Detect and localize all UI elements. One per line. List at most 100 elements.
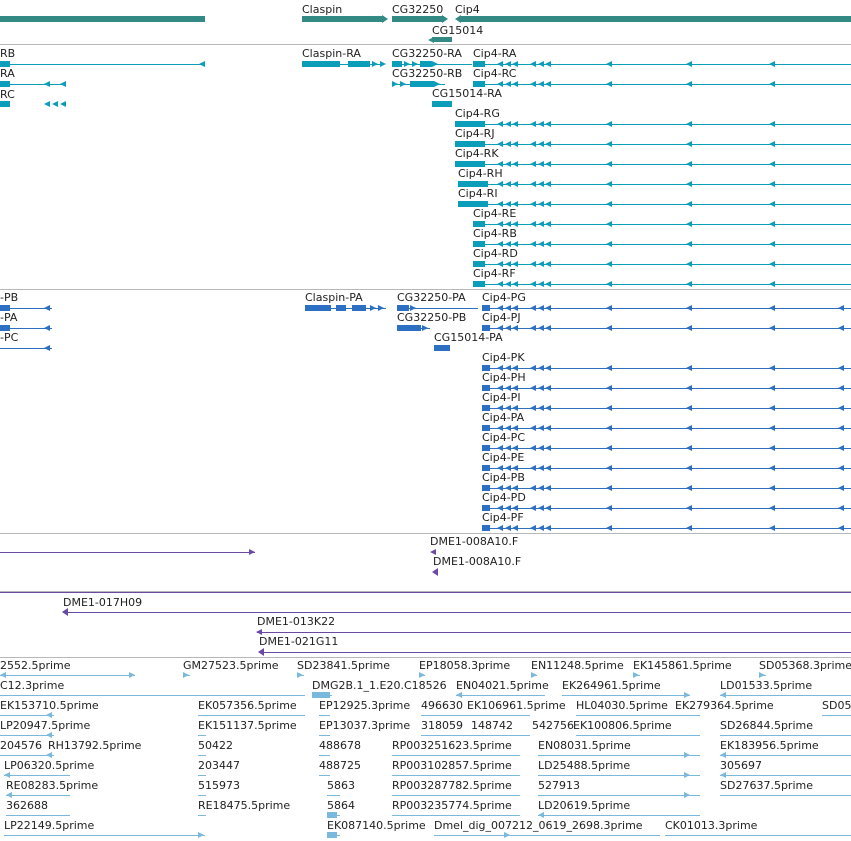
transcript-label[interactable]: Cip4-RB [473, 227, 517, 240]
transcript-label[interactable]: Cip4-RG [455, 107, 500, 120]
est-label[interactable]: 5863 [327, 779, 355, 792]
est-label[interactable]: 488678 [319, 739, 361, 752]
transcript-label[interactable]: Cip4-RH [458, 167, 503, 180]
gene-glyph-claspin[interactable] [302, 16, 384, 22]
est-label[interactable]: EK151137.5prime [198, 719, 297, 732]
est-label[interactable]: RP003235774.5prime [392, 799, 512, 812]
exon-block[interactable] [0, 81, 10, 87]
exon-block[interactable] [482, 305, 490, 311]
exon-block[interactable] [0, 305, 10, 311]
est-label[interactable]: LD20619.5prime [538, 799, 630, 812]
gene-glyph-cg15014[interactable] [432, 37, 452, 42]
gene-glyph-cip4[interactable] [461, 16, 851, 22]
protein-label[interactable]: Claspin-PA [305, 291, 363, 304]
transcript-label[interactable]: CG32250-RA [392, 47, 462, 60]
transcript-label[interactable]: Cip4-RK [455, 147, 499, 160]
est-label[interactable]: SD23841.5prime [297, 659, 390, 672]
exon-block[interactable] [482, 445, 490, 451]
exon-block[interactable] [482, 425, 490, 431]
est-label[interactable]: SD27637.5prime [720, 779, 813, 792]
transcript-label[interactable]: RA [0, 67, 15, 80]
est-label[interactable]: LD25488.5prime [538, 759, 630, 772]
protein-label[interactable]: Cip4-PE [482, 451, 524, 464]
est-label[interactable]: 305697 [720, 759, 762, 772]
exon-block[interactable] [482, 325, 490, 331]
gene-label-claspin[interactable]: Claspin [302, 3, 342, 16]
exon-block[interactable] [482, 505, 490, 511]
est-block[interactable] [312, 692, 330, 698]
est-label[interactable]: 50422 [198, 739, 233, 752]
exon-block[interactable] [305, 305, 331, 311]
est-label[interactable]: 527913 [538, 779, 580, 792]
exon-block[interactable] [348, 61, 370, 67]
bac-label[interactable]: DME1-013K22 [257, 615, 335, 628]
est-label[interactable]: EK087140.5prime [327, 819, 426, 832]
est-block[interactable] [327, 832, 337, 838]
exon-block[interactable] [302, 61, 340, 67]
exon-block[interactable] [0, 325, 10, 331]
est-label[interactable]: 5864 [327, 799, 355, 812]
est-block[interactable] [327, 812, 337, 818]
transcript-label[interactable]: Cip4-RC [473, 67, 516, 80]
est-label[interactable]: LP20947.5prime [0, 719, 90, 732]
est-label[interactable]: 148742 [471, 719, 513, 732]
protein-label[interactable]: Cip4-PG [482, 291, 526, 304]
est-label[interactable]: RH13792.5prime [48, 739, 141, 752]
est-label[interactable]: RP003287782.5prime [392, 779, 512, 792]
est-label[interactable]: 488725 [319, 759, 361, 772]
est-label[interactable]: 203447 [198, 759, 240, 772]
transcript-label[interactable]: Cip4-RI [458, 187, 498, 200]
bac-label[interactable]: DME1-017H09 [63, 596, 142, 609]
exon-block[interactable] [473, 241, 485, 247]
protein-label[interactable]: Cip4-PB [482, 471, 525, 484]
transcript-label[interactable]: Claspin-RA [302, 47, 361, 60]
est-label[interactable]: GM27523.5prime [183, 659, 279, 672]
est-label[interactable]: EK279364.5prime [675, 699, 774, 712]
protein-label[interactable]: -PA [0, 311, 17, 324]
est-label[interactable]: 496630 [421, 699, 463, 712]
exon-block[interactable] [458, 201, 488, 207]
transcript-label[interactable]: Cip4-RF [473, 267, 516, 280]
exon-block[interactable] [473, 281, 485, 287]
protein-label[interactable]: CG15014-PA [434, 331, 503, 344]
protein-label[interactable]: -PB [0, 291, 18, 304]
exon-block[interactable] [482, 465, 490, 471]
est-label[interactable]: SD05 [822, 699, 851, 712]
protein-label[interactable]: Cip4-PH [482, 371, 526, 384]
protein-label[interactable]: CG32250-PA [397, 291, 466, 304]
exon-block[interactable] [392, 61, 402, 67]
gene-label-cg15014[interactable]: CG15014 [432, 24, 483, 37]
est-label[interactable]: EP18058.3prime [419, 659, 510, 672]
est-label[interactable]: RE08283.5prime [6, 779, 98, 792]
exon-block[interactable] [352, 305, 366, 311]
exon-block[interactable] [410, 81, 434, 87]
exon-block[interactable] [458, 181, 488, 187]
est-label[interactable]: DMG2B.1_1.E20.C18526 [312, 679, 447, 692]
est-label[interactable]: RP003102857.5prime [392, 759, 512, 772]
est-label[interactable]: EN04021.5prime [456, 679, 549, 692]
protein-label[interactable]: Cip4-PI [482, 391, 521, 404]
est-label[interactable]: EK057356.5prime [198, 699, 297, 712]
transcript-label[interactable]: Cip4-RA [473, 47, 516, 60]
protein-label[interactable]: CG32250-PB [397, 311, 466, 324]
exon-block[interactable] [482, 525, 490, 531]
est-label[interactable]: SD05368.3prime [759, 659, 851, 672]
exon-block[interactable] [455, 141, 485, 147]
exon-block[interactable] [473, 221, 485, 227]
exon-block[interactable] [397, 325, 421, 331]
est-label[interactable]: CK01013.3prime [665, 819, 757, 832]
est-label[interactable]: LP22149.5prime [4, 819, 94, 832]
exon-block[interactable] [434, 345, 450, 351]
clone-label[interactable]: DME1-008A10.F [433, 555, 521, 568]
protein-label[interactable]: Cip4-PA [482, 411, 524, 424]
est-label[interactable]: HL04030.5prime [576, 699, 668, 712]
exon-block[interactable] [473, 261, 485, 267]
est-label[interactable]: EN08031.5prime [538, 739, 631, 752]
exon-block[interactable] [482, 365, 490, 371]
protein-label[interactable]: Cip4-PK [482, 351, 525, 364]
genome-browser-track-view[interactable]: Claspin CG32250 Cip4 CG15014 RB RA RC Cl… [0, 0, 851, 841]
est-label[interactable]: 2552.5prime [0, 659, 71, 672]
transcript-label[interactable]: RB [0, 47, 15, 60]
exon-block[interactable] [482, 385, 490, 391]
est-label[interactable]: LP06320.5prime [4, 759, 94, 772]
